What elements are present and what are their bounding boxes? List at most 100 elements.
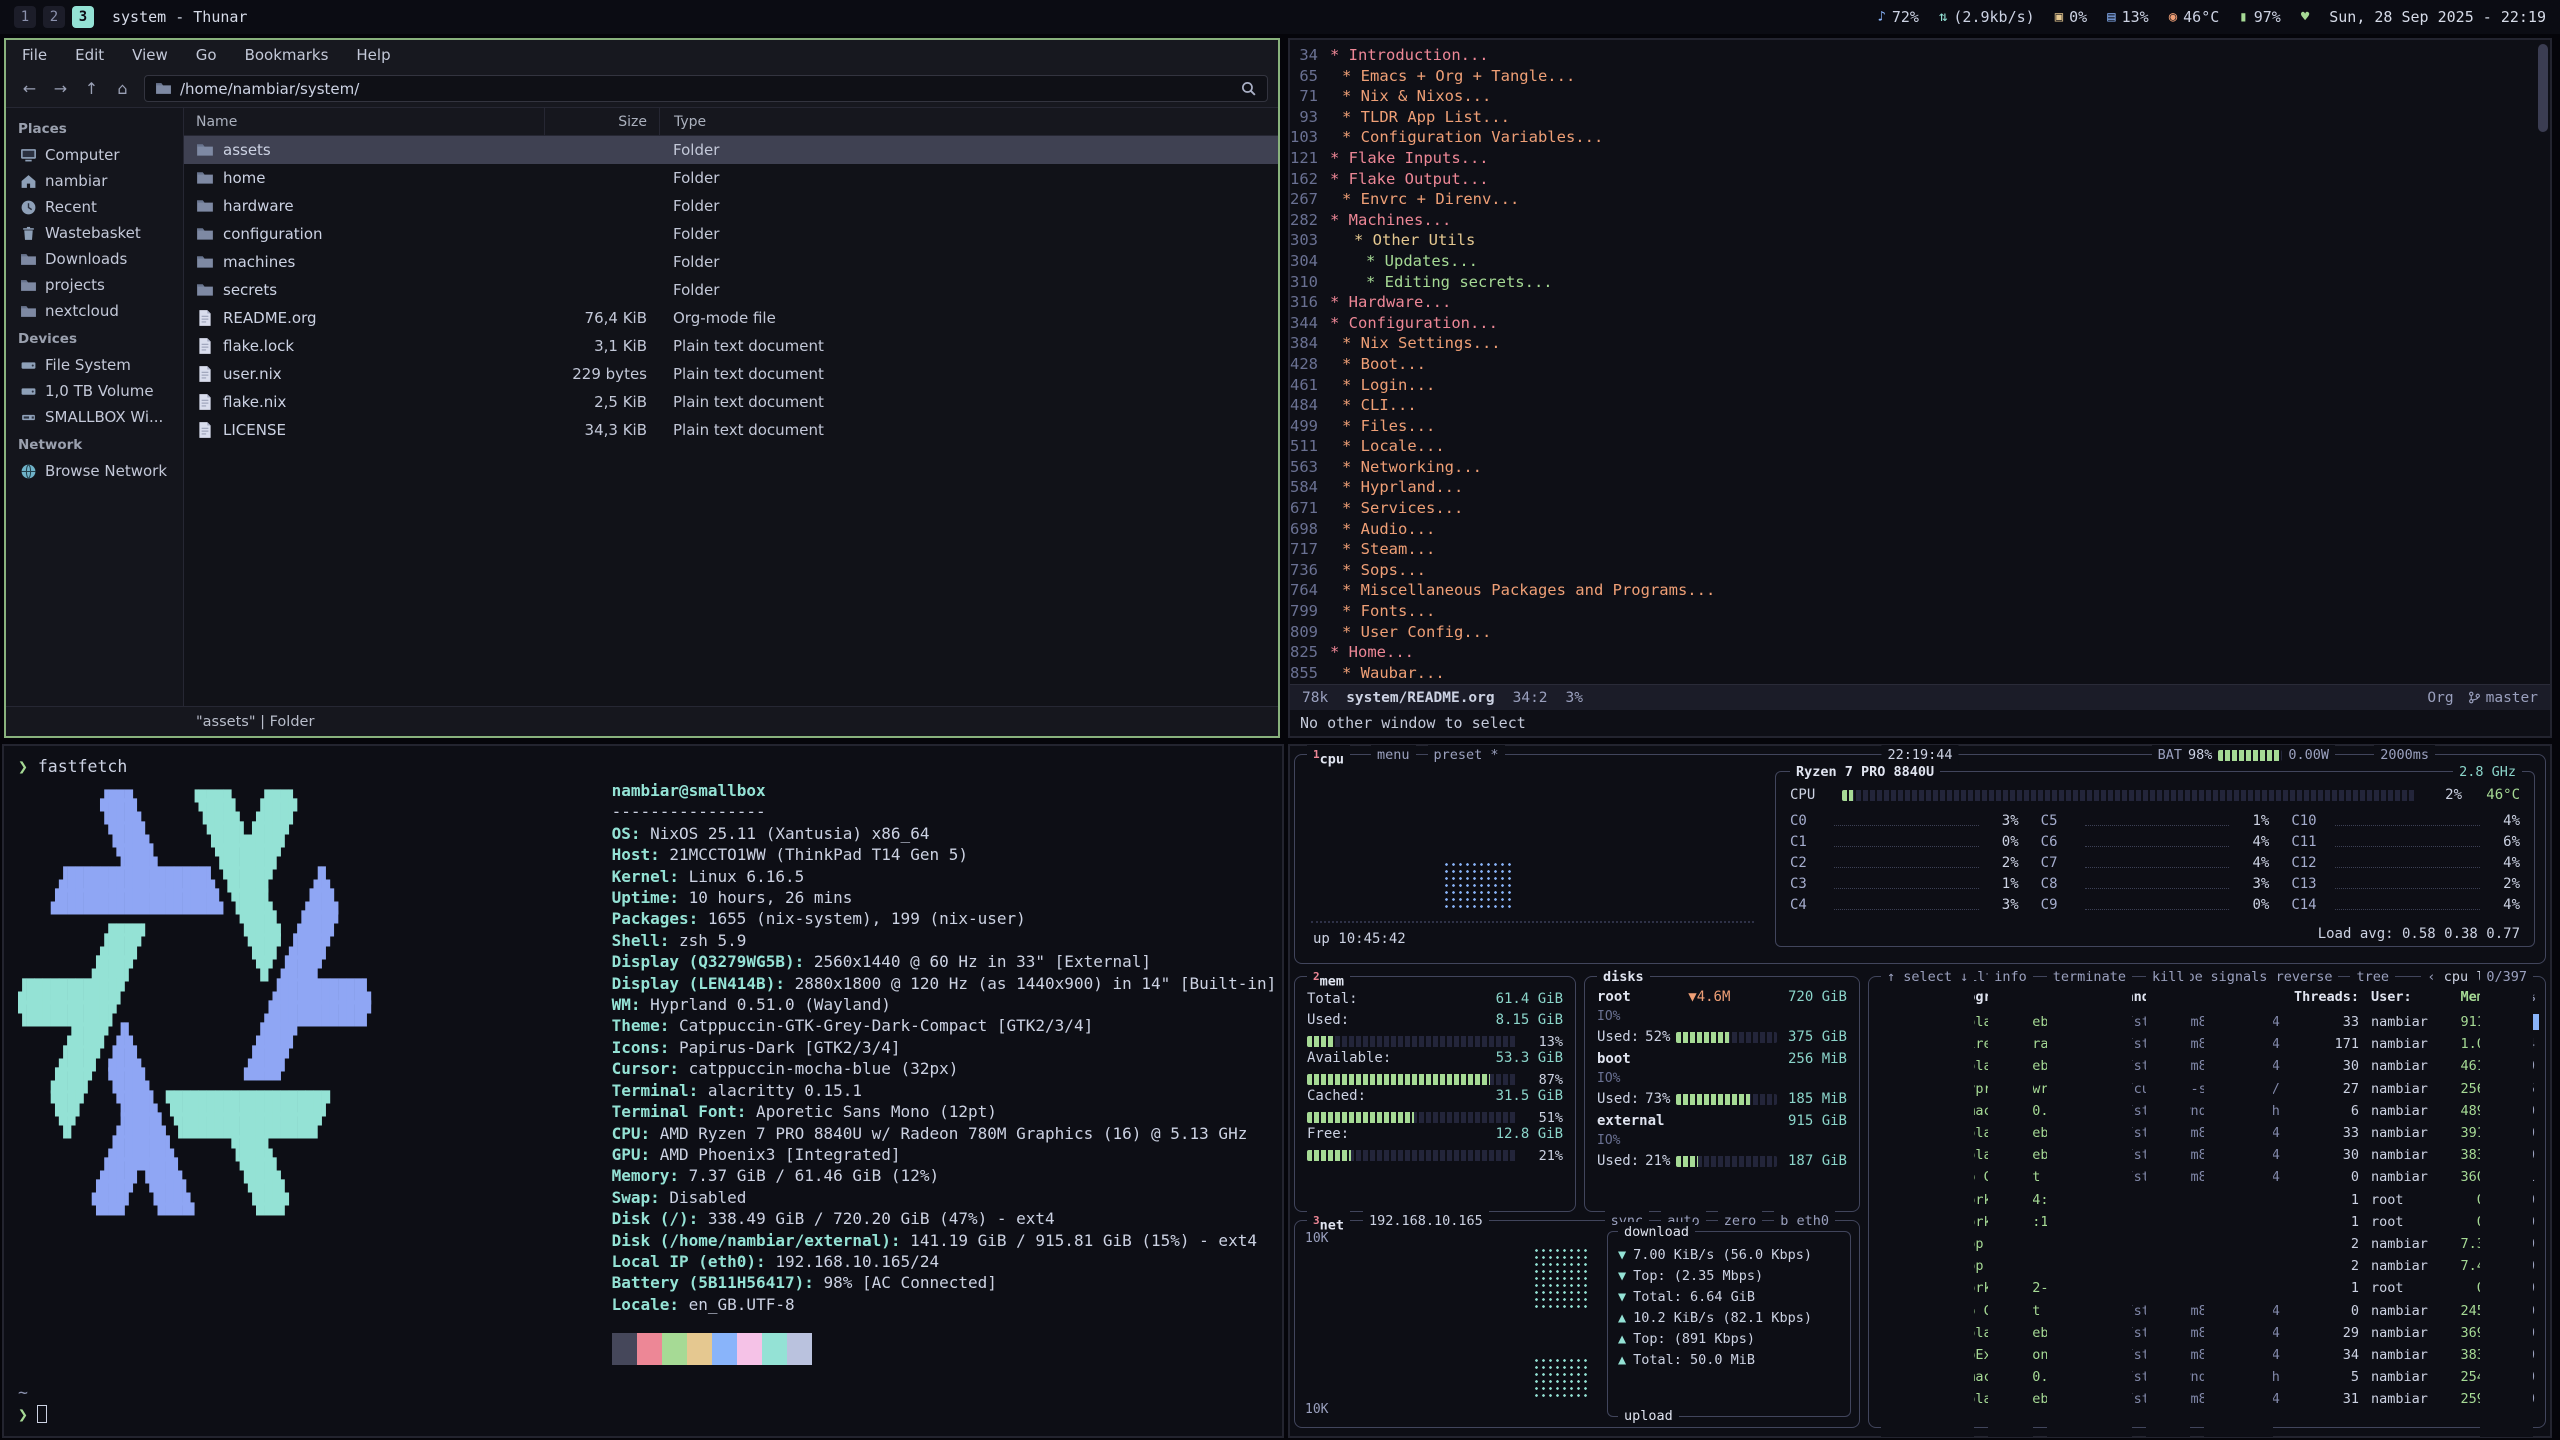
org-heading-line: 825* Home... bbox=[1290, 642, 2550, 663]
terminal-prompt-area[interactable]: ~ ❯ bbox=[18, 1382, 47, 1426]
sidebar-item-file-system[interactable]: File System bbox=[6, 352, 183, 378]
proc-header-user[interactable]: User: bbox=[2371, 989, 2445, 1011]
cpu-frequency: 2.8 GHz bbox=[2453, 762, 2522, 782]
info-value: 1655 (nix-system), 199 (nix-user) bbox=[698, 909, 1026, 928]
info-label: CPU: bbox=[612, 1124, 651, 1143]
sidebar-item-nextcloud[interactable]: nextcloud bbox=[6, 298, 183, 324]
file-size: 2,5 KiB bbox=[544, 393, 659, 411]
file-row[interactable]: README.org76,4 KiBOrg-mode file bbox=[184, 304, 1278, 332]
battery-icon: ▮ bbox=[2239, 9, 2247, 25]
column-header-size[interactable]: Size bbox=[544, 108, 659, 135]
sidebar-item-1-0-tb-volume[interactable]: 1,0 TB Volume bbox=[6, 378, 183, 404]
mem-box-title[interactable]: 2mem bbox=[1307, 967, 1350, 992]
disk-used-label: Used: bbox=[1597, 1091, 1639, 1107]
folder-icon bbox=[196, 253, 214, 271]
forward-button[interactable]: → bbox=[47, 75, 74, 102]
sidebar-item-computer[interactable]: Computer bbox=[6, 142, 183, 168]
net-button-zero[interactable]: zero bbox=[1718, 1211, 1763, 1231]
scrollbar-thumb[interactable] bbox=[2538, 44, 2548, 132]
file-row[interactable]: assetsFolder bbox=[184, 136, 1278, 164]
emacs-scrollbar[interactable] bbox=[2538, 44, 2548, 680]
proc-header-threads[interactable]: Threads: bbox=[2294, 989, 2359, 1011]
file-row[interactable]: homeFolder bbox=[184, 164, 1278, 192]
proc-option-reverse[interactable]: reverse bbox=[2270, 967, 2339, 987]
emacs-buffer[interactable]: 34* Introduction...65* Emacs + Org + Tan… bbox=[1290, 40, 2550, 683]
fastfetch-info-line: Local IP (eth0): 192.168.10.165/24 bbox=[612, 1251, 1277, 1272]
up-button[interactable]: ↑ bbox=[78, 75, 105, 102]
sidebar-item-nambiar[interactable]: nambiar bbox=[6, 168, 183, 194]
line-number: 584 bbox=[1290, 477, 1330, 498]
menu-bookmarks[interactable]: Bookmarks bbox=[245, 46, 329, 64]
core-name: C14 bbox=[2291, 896, 2329, 915]
file-row[interactable]: user.nix229 bytesPlain text document bbox=[184, 360, 1278, 388]
line-number: 499 bbox=[1290, 416, 1330, 437]
heart-icon: ♥ bbox=[2301, 9, 2309, 25]
update-interval[interactable]: 2000ms bbox=[2374, 745, 2435, 765]
net-ip-address: 192.168.10.165 bbox=[1363, 1211, 1489, 1231]
menu-help[interactable]: Help bbox=[356, 46, 390, 64]
sidebar-item-wastebasket[interactable]: Wastebasket bbox=[6, 220, 183, 246]
file-row[interactable]: flake.lock3,1 KiBPlain text document bbox=[184, 332, 1278, 360]
workspace-1[interactable]: 1 bbox=[14, 6, 36, 28]
home-button[interactable]: ⌂ bbox=[109, 75, 136, 102]
path-bar[interactable]: /home/nambiar/system/ bbox=[144, 75, 1268, 102]
file-row[interactable]: configurationFolder bbox=[184, 220, 1278, 248]
proc-key-terminate[interactable]: terminate bbox=[2047, 967, 2132, 1437]
info-label: Icons: bbox=[612, 1038, 670, 1057]
column-header-type[interactable]: Type bbox=[659, 108, 1278, 135]
file-row[interactable]: secretsFolder bbox=[184, 276, 1278, 304]
back-button[interactable]: ← bbox=[16, 75, 43, 102]
file-row[interactable]: machinesFolder bbox=[184, 248, 1278, 276]
fastfetch-info-line: Display (LEN414B): 2880x1800 @ 120 Hz (a… bbox=[612, 973, 1277, 994]
menu-view[interactable]: View bbox=[132, 46, 168, 64]
folder-icon bbox=[196, 141, 214, 159]
globe-icon bbox=[20, 463, 37, 480]
proc-key-kill[interactable]: kill bbox=[2146, 967, 2191, 1437]
core-row: C83% bbox=[2041, 873, 2270, 894]
org-heading-line: 316* Hardware... bbox=[1290, 292, 2550, 313]
download-activity bbox=[1533, 1247, 1591, 1309]
file-row[interactable]: flake.nix2,5 KiBPlain text document bbox=[184, 388, 1278, 416]
fastfetch-info-line: Memory: 7.37 GiB / 61.46 GiB (12%) bbox=[612, 1165, 1277, 1186]
net-button-b[interactable]: b eth0 bbox=[1774, 1211, 1835, 1231]
disks-box-title[interactable]: disks bbox=[1597, 967, 1650, 987]
proc-key-info[interactable]: info bbox=[1988, 967, 2033, 1437]
sidebar-item-smallbox-wi-[interactable]: SMALLBOX Wi... bbox=[6, 404, 183, 430]
core-row: C10% bbox=[1790, 831, 2019, 852]
org-heading: * Files... bbox=[1330, 416, 1435, 437]
workspace-switcher: 123 bbox=[14, 6, 94, 28]
info-label: GPU: bbox=[612, 1145, 651, 1164]
info-value: Papirus-Dark [GTK2/3/4] bbox=[669, 1038, 900, 1057]
search-icon[interactable] bbox=[1240, 80, 1257, 97]
download-arrow-icon: ▼ bbox=[1618, 1247, 1626, 1263]
menu-edit[interactable]: Edit bbox=[75, 46, 104, 64]
menu-file[interactable]: File bbox=[22, 46, 47, 64]
cpu-button-preset[interactable]: preset * bbox=[1428, 745, 1505, 765]
proc-key-select[interactable]: ↑ select ↓ bbox=[1881, 967, 1974, 1437]
workspace-3[interactable]: 3 bbox=[72, 6, 94, 28]
proc-option-tree[interactable]: tree bbox=[2350, 967, 2395, 987]
core-name: C0 bbox=[1790, 812, 1828, 831]
core-name: C8 bbox=[2041, 875, 2079, 894]
sidebar-item-recent[interactable]: Recent bbox=[6, 194, 183, 220]
sidebar-item-downloads[interactable]: Downloads bbox=[6, 246, 183, 272]
cpu-box-title[interactable]: 1cpu bbox=[1307, 745, 1350, 770]
logo-segment: ▝▀▀▀ ▀▀▀▀▘ bbox=[18, 1204, 256, 1229]
org-heading: * Editing secrets... bbox=[1330, 272, 1553, 293]
column-header-name[interactable]: Name bbox=[184, 114, 544, 130]
disk-size: 256 MiB bbox=[1788, 1051, 1847, 1071]
file-row[interactable]: LICENSE34,3 KiBPlain text document bbox=[184, 416, 1278, 444]
menu-go[interactable]: Go bbox=[196, 46, 217, 64]
info-label: Uptime: bbox=[612, 888, 679, 907]
workspace-2[interactable]: 2 bbox=[43, 6, 65, 28]
emacs-echo-area: No other window to select bbox=[1290, 710, 2550, 736]
proc-key-signals[interactable]: signals bbox=[2204, 967, 2273, 1437]
sidebar-item-browse-network[interactable]: Browse Network bbox=[6, 458, 183, 484]
file-row[interactable]: hardwareFolder bbox=[184, 192, 1278, 220]
info-value: 21MCCTO1WW (ThinkPad T14 Gen 5) bbox=[660, 845, 968, 864]
org-heading: * Fonts... bbox=[1330, 601, 1435, 622]
sidebar-item-projects[interactable]: projects bbox=[6, 272, 183, 298]
cpu-button-menu[interactable]: menu bbox=[1371, 745, 1416, 765]
network-icon: ⇅ bbox=[1939, 9, 1947, 25]
info-label: Kernel: bbox=[612, 867, 679, 886]
